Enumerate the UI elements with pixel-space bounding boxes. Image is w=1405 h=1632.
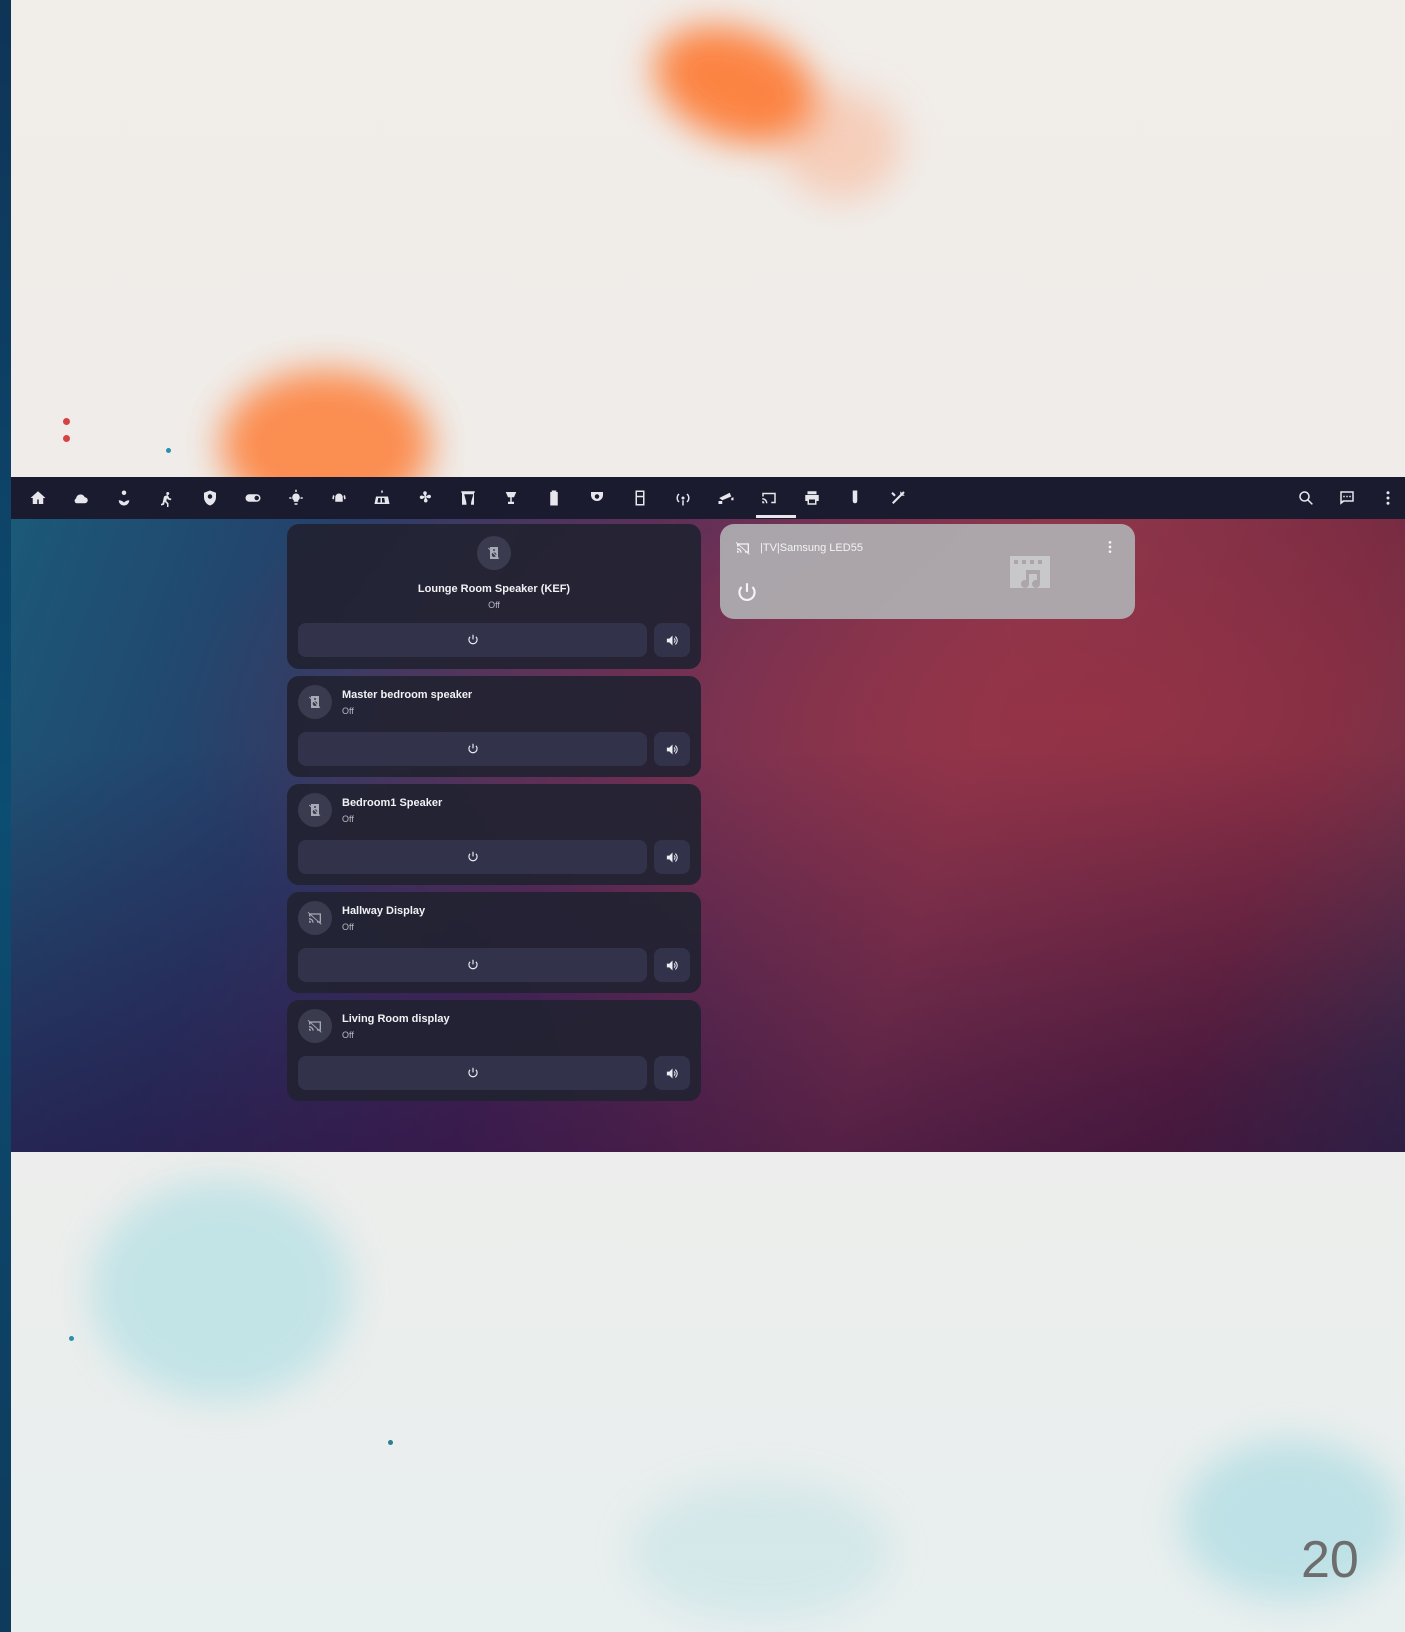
power-icon[interactable] — [734, 580, 760, 606]
motion-icon[interactable] — [157, 488, 177, 508]
power-icon — [467, 743, 478, 754]
fridge-icon[interactable] — [630, 488, 650, 508]
device-card-hallway-display: Hallway Display Off — [287, 892, 701, 993]
security-icon[interactable] — [200, 488, 220, 508]
left-edge-strip — [0, 0, 11, 1632]
device-card-bedroom1-speaker: Bedroom1 Speaker Off — [287, 784, 701, 885]
more-icon[interactable] — [1378, 488, 1398, 508]
power-button[interactable] — [298, 1056, 647, 1090]
cast-icon[interactable] — [759, 488, 779, 508]
camera-icon[interactable] — [716, 488, 736, 508]
device-state: Off — [342, 706, 354, 716]
volume-button[interactable] — [654, 948, 690, 982]
active-tab-indicator — [756, 515, 796, 518]
switch-icon[interactable] — [243, 488, 263, 508]
device-name: Living Room display — [342, 1013, 450, 1025]
tools-icon[interactable] — [888, 488, 908, 508]
power-button[interactable] — [298, 732, 647, 766]
speaker-icon — [298, 685, 332, 719]
power-button[interactable] — [298, 948, 647, 982]
slide-page-number: 20 — [1301, 1531, 1359, 1589]
sensor-icon[interactable] — [845, 488, 865, 508]
device-state: Off — [488, 600, 500, 610]
tv-title: |TV|Samsung LED55 — [760, 542, 863, 554]
cctv-icon[interactable] — [587, 488, 607, 508]
alarm-icon[interactable] — [329, 488, 349, 508]
solar-icon[interactable] — [372, 488, 392, 508]
power-icon — [467, 634, 478, 645]
volume-button[interactable] — [654, 1056, 690, 1090]
more-icon[interactable] — [1102, 538, 1118, 556]
volume-button[interactable] — [654, 732, 690, 766]
tv-media-card[interactable]: |TV|Samsung LED55 — [720, 524, 1135, 619]
dashboard-screenshot — [11, 477, 1405, 1152]
ink-dot — [63, 418, 70, 425]
lamp-icon[interactable] — [501, 488, 521, 508]
device-card-master-bedroom-speaker: Master bedroom speaker Off — [287, 676, 701, 777]
power-button[interactable] — [298, 623, 647, 657]
power-button[interactable] — [298, 840, 647, 874]
device-state: Off — [342, 814, 354, 824]
volume-icon — [666, 635, 678, 645]
printer-icon[interactable] — [802, 488, 822, 508]
device-card-lounge-speaker: Lounge Room Speaker (KEF) Off — [287, 524, 701, 669]
aircon-icon[interactable] — [415, 488, 435, 508]
top-toolbar — [11, 477, 1405, 519]
ink-dot — [63, 435, 70, 442]
chat-icon[interactable] — [1337, 488, 1357, 508]
device-card-living-room-display: Living Room display Off — [287, 1000, 701, 1101]
battery-icon[interactable] — [544, 488, 564, 508]
network-icon[interactable] — [673, 488, 693, 508]
cast-off-icon — [298, 1009, 332, 1043]
device-name: Bedroom1 Speaker — [342, 797, 443, 809]
device-name: Hallway Display — [342, 905, 426, 917]
curtains-icon[interactable] — [458, 488, 478, 508]
device-state: Off — [342, 1030, 354, 1040]
cast-off-icon — [298, 901, 332, 935]
ink-blot — [781, 90, 901, 200]
speaker-icon — [298, 793, 332, 827]
volume-icon — [666, 852, 678, 862]
volume-button[interactable] — [654, 840, 690, 874]
speaker-icon — [477, 536, 511, 570]
volume-icon — [666, 960, 678, 970]
slide-background: Lounge Room Speaker (KEF) Off Master bed… — [11, 0, 1405, 1632]
ink-blot — [91, 1180, 351, 1400]
volume-icon — [666, 1068, 678, 1078]
power-icon — [467, 1067, 478, 1078]
device-name: Master bedroom speaker — [342, 689, 473, 701]
volume-button[interactable] — [654, 623, 690, 657]
cast-off-icon — [735, 542, 750, 555]
ink-dot — [388, 1440, 393, 1445]
home-icon[interactable] — [28, 488, 48, 508]
garden-icon[interactable] — [114, 488, 134, 508]
device-state: Off — [342, 922, 354, 932]
power-icon — [467, 851, 478, 862]
music-video-icon — [1010, 556, 1050, 588]
volume-icon — [666, 744, 678, 754]
ink-dot — [166, 448, 171, 453]
weather-icon[interactable] — [71, 488, 91, 508]
ink-dot — [69, 1336, 74, 1341]
search-icon[interactable] — [1296, 488, 1316, 508]
ink-blot — [1181, 1440, 1401, 1600]
power-icon — [467, 959, 478, 970]
light-icon[interactable] — [286, 488, 306, 508]
device-name: Lounge Room Speaker (KEF) — [417, 583, 571, 595]
ink-blot — [631, 1480, 891, 1620]
